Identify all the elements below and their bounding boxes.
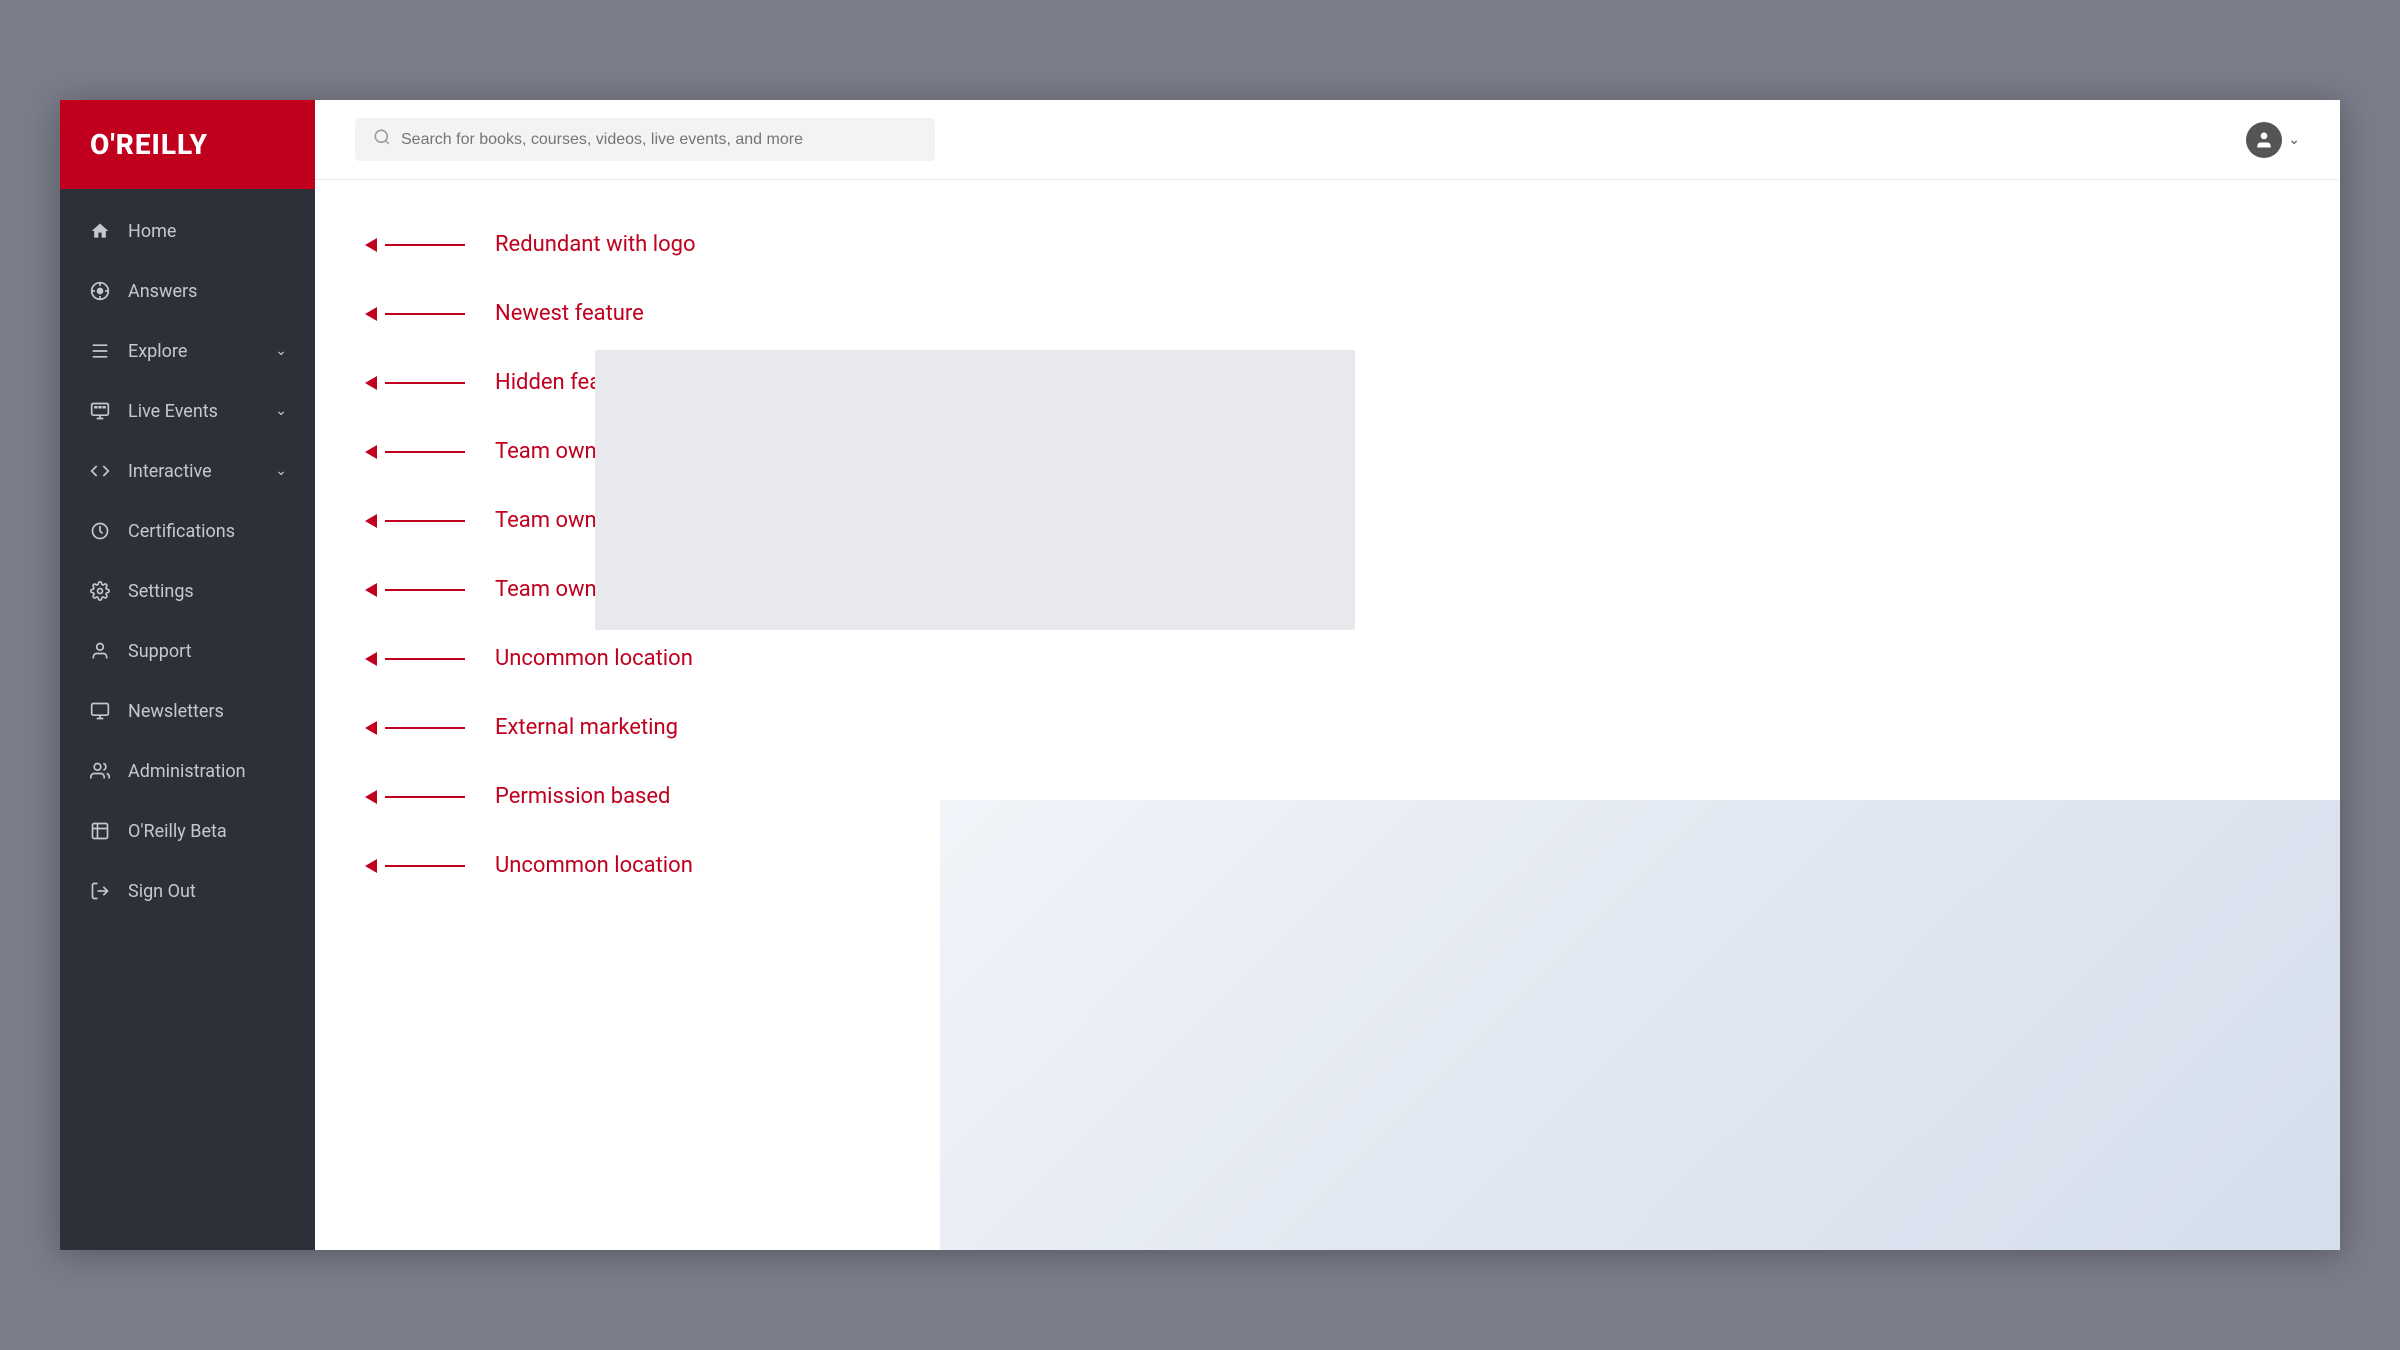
sidebar-item-live-events[interactable]: Live Events ⌄ [60, 381, 315, 441]
search-box[interactable] [355, 118, 935, 161]
oreilly-beta-icon [88, 819, 112, 843]
settings-icon [88, 579, 112, 603]
chevron-down-icon: ⌄ [275, 463, 287, 479]
sidebar-item-label: Answers [128, 281, 287, 302]
newsletters-icon [88, 699, 112, 723]
explore-icon [88, 339, 112, 363]
app-window: O'REILLY Home Answers Explore ⌄ [60, 100, 2340, 1250]
sidebar-item-administration[interactable]: Administration [60, 741, 315, 801]
content-row-2[interactable]: Newest feature [365, 279, 2290, 348]
main-area: ⌄ Redundant with logo [315, 100, 2340, 1250]
sidebar-item-sign-out[interactable]: Sign Out [60, 861, 315, 921]
sidebar-nav: Home Answers Explore ⌄ Live Events [60, 189, 315, 1250]
arrow-2 [365, 307, 465, 321]
sidebar-item-answers[interactable]: Answers [60, 261, 315, 321]
interactive-icon [88, 459, 112, 483]
sidebar-item-label: Interactive [128, 461, 259, 482]
search-icon [373, 128, 391, 151]
arrow-6 [365, 583, 465, 597]
arrow-4 [365, 445, 465, 459]
sidebar-item-settings[interactable]: Settings [60, 561, 315, 621]
popup-overlay [595, 350, 1355, 630]
sidebar-item-label: Explore [128, 341, 259, 362]
administration-icon [88, 759, 112, 783]
sidebar-item-newsletters[interactable]: Newsletters [60, 681, 315, 741]
sidebar-item-label: Sign Out [128, 881, 287, 902]
row-label-10: Uncommon location [495, 853, 693, 878]
sidebar-item-oreilly-beta[interactable]: O'Reilly Beta [60, 801, 315, 861]
content-area: Redundant with logo Newest feature Hidde… [315, 180, 2340, 1250]
sidebar-item-support[interactable]: Support [60, 621, 315, 681]
row-label-2: Newest feature [495, 301, 644, 326]
sidebar-item-label: Live Events [128, 401, 259, 422]
sidebar-item-certifications[interactable]: Certifications [60, 501, 315, 561]
logo[interactable]: O'REILLY [60, 100, 315, 189]
sidebar: O'REILLY Home Answers Explore ⌄ [60, 100, 315, 1250]
answers-icon [88, 279, 112, 303]
sidebar-item-label: Support [128, 641, 287, 662]
header: ⌄ [315, 100, 2340, 180]
arrow-8 [365, 721, 465, 735]
sidebar-item-label: Administration [128, 761, 287, 782]
user-avatar [2246, 122, 2282, 158]
row-label-8: External marketing [495, 715, 678, 740]
certifications-icon [88, 519, 112, 543]
sidebar-item-label: Home [128, 221, 287, 242]
arrow-1 [365, 238, 465, 252]
chevron-down-icon: ⌄ [275, 343, 287, 359]
sign-out-icon [88, 879, 112, 903]
arrow-9 [365, 790, 465, 804]
support-icon [88, 639, 112, 663]
sidebar-item-label: Newsletters [128, 701, 287, 722]
search-input[interactable] [401, 131, 917, 149]
home-icon [88, 219, 112, 243]
user-menu[interactable]: ⌄ [2246, 122, 2300, 158]
sidebar-item-label: Certifications [128, 521, 287, 542]
live-events-icon [88, 399, 112, 423]
chevron-down-icon: ⌄ [275, 403, 287, 419]
sidebar-item-label: Settings [128, 581, 287, 602]
arrow-3 [365, 376, 465, 390]
sidebar-item-label: O'Reilly Beta [128, 821, 287, 842]
sidebar-item-explore[interactable]: Explore ⌄ [60, 321, 315, 381]
user-chevron-icon: ⌄ [2288, 132, 2300, 148]
content-row-8[interactable]: External marketing [365, 693, 2290, 762]
row-label-9: Permission based [495, 784, 670, 809]
arrow-5 [365, 514, 465, 528]
arrow-7 [365, 652, 465, 666]
row-label-7: Uncommon location [495, 646, 693, 671]
content-row-7[interactable]: Uncommon location [365, 624, 2290, 693]
content-row-1[interactable]: Redundant with logo [365, 210, 2290, 279]
sidebar-item-interactive[interactable]: Interactive ⌄ [60, 441, 315, 501]
sidebar-item-home[interactable]: Home [60, 201, 315, 261]
row-label-1: Redundant with logo [495, 232, 696, 257]
arrow-10 [365, 859, 465, 873]
blurred-section [940, 800, 2340, 1250]
logo-text: O'REILLY [90, 128, 208, 161]
